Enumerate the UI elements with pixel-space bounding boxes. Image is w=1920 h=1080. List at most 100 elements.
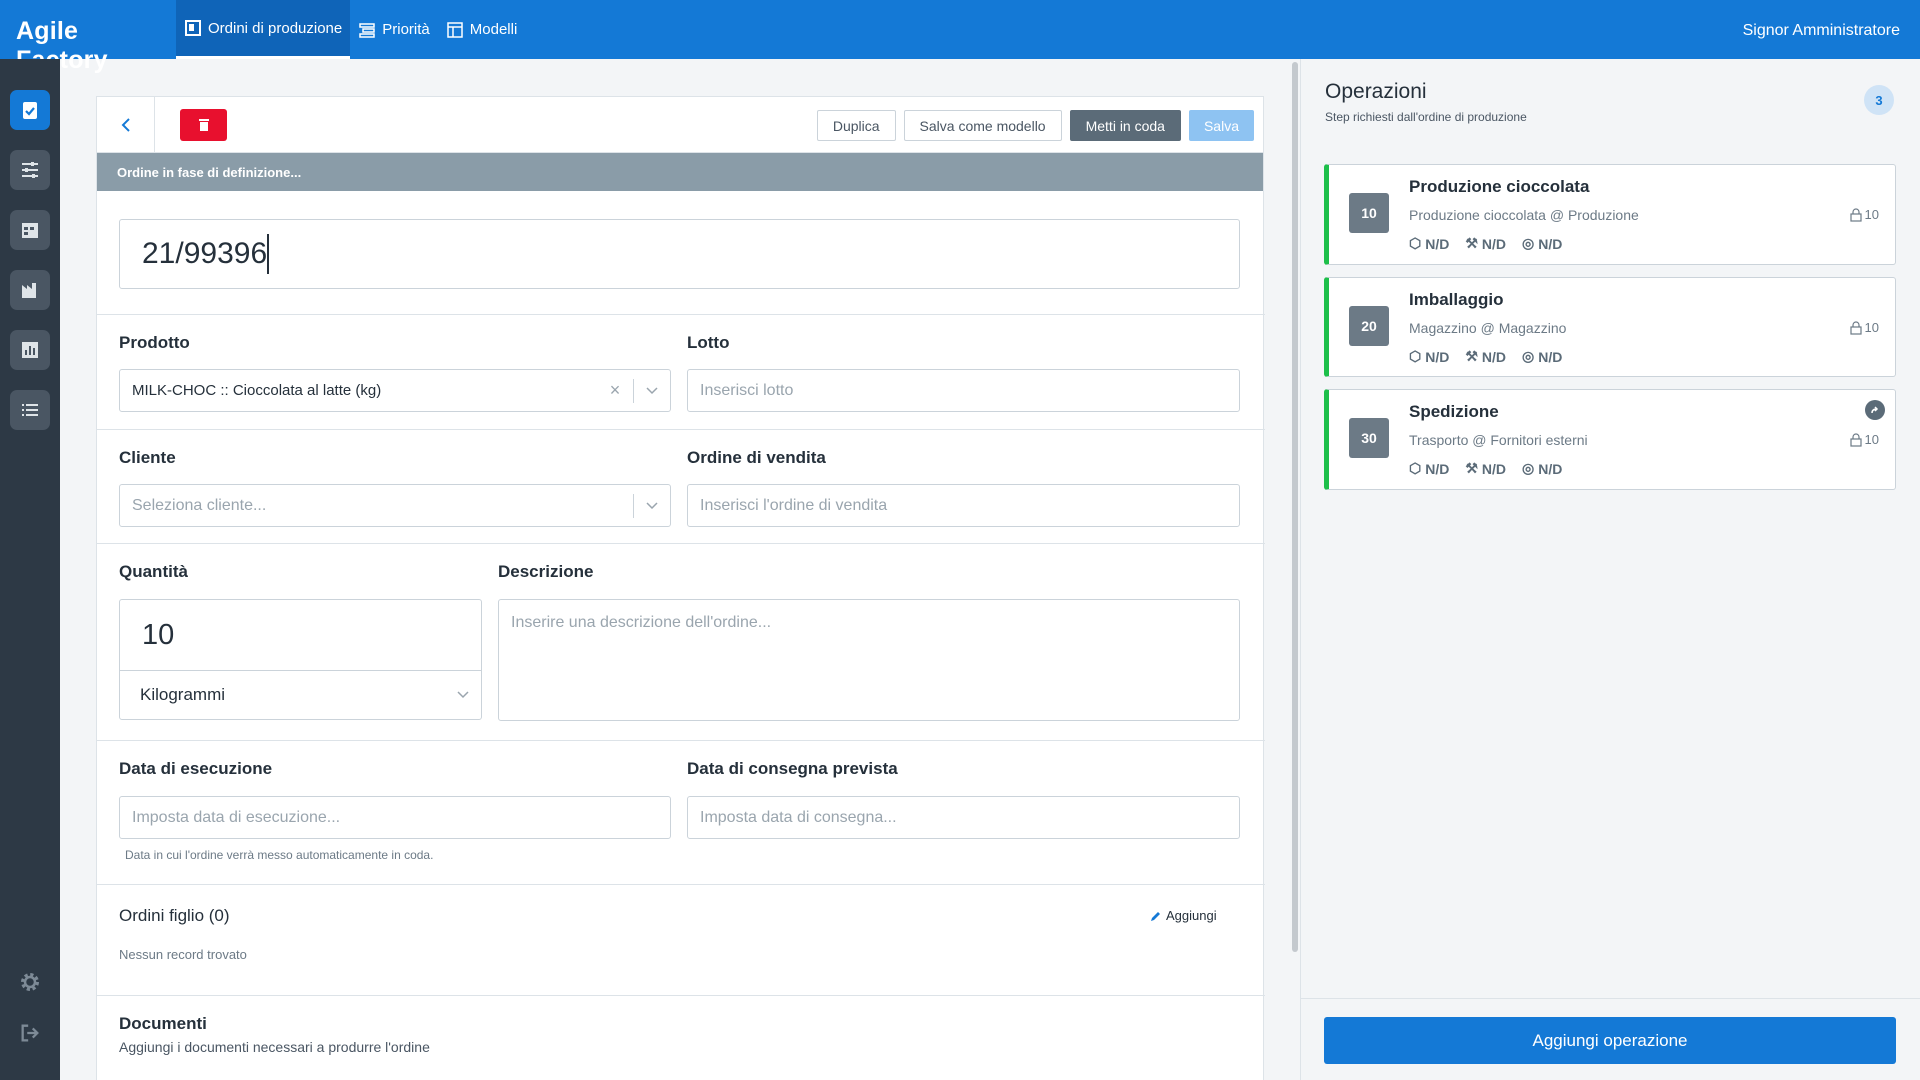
order-code-input[interactable]: 21/99396 bbox=[119, 219, 1240, 289]
chevron-down-icon[interactable] bbox=[634, 501, 670, 510]
quantity-label: Quantità bbox=[119, 562, 188, 581]
customer-placeholder: Seleziona cliente... bbox=[132, 496, 267, 514]
orders-icon bbox=[185, 20, 201, 36]
meta-value: N/D bbox=[1481, 235, 1507, 252]
child-orders-title: Ordini figlio (0) bbox=[119, 906, 230, 925]
operation-card[interactable]: 30 Spedizione Trasporto @ Fornitori este… bbox=[1324, 389, 1896, 490]
calendar-icon bbox=[22, 223, 38, 238]
main-scrollbar[interactable] bbox=[1292, 62, 1298, 952]
lock-icon bbox=[1849, 320, 1862, 335]
save-button[interactable]: Salva bbox=[1188, 110, 1254, 141]
settings-button[interactable] bbox=[15, 967, 45, 997]
app-title[interactable]: Agile Factory bbox=[0, 0, 176, 74]
sidebar-item-production[interactable] bbox=[10, 270, 50, 310]
description-textarea[interactable]: Inserire una descrizione dell'ordine... bbox=[498, 599, 1240, 721]
text-cursor bbox=[267, 234, 270, 274]
clipboard-check-icon bbox=[23, 102, 37, 119]
sales-order-input[interactable]: Inserisci l'ordine di vendita bbox=[687, 484, 1240, 527]
operation-quantity: 10 bbox=[1849, 432, 1879, 447]
sidebar bbox=[0, 59, 60, 1080]
delivery-date-input[interactable]: Imposta data di consegna... bbox=[687, 796, 1240, 839]
unit-value: Kilogrammi bbox=[140, 685, 226, 704]
product-select-controls: × bbox=[597, 370, 670, 411]
chevron-down-icon[interactable] bbox=[445, 691, 481, 699]
operation-quantity: 10 bbox=[1849, 207, 1879, 222]
save-as-template-button[interactable]: Salva come modello bbox=[903, 110, 1062, 141]
priority-icon bbox=[359, 22, 375, 38]
operation-location: Produzione cioccolata @ Produzione bbox=[1409, 207, 1639, 223]
operation-card[interactable]: 20 Imballaggio Magazzino @ Magazzino 10 … bbox=[1324, 277, 1896, 377]
back-button[interactable] bbox=[97, 96, 155, 153]
nav-priority[interactable]: Priorità bbox=[350, 0, 438, 59]
add-child-order-link[interactable]: Aggiungi bbox=[1150, 908, 1217, 923]
sidebar-item-list[interactable] bbox=[10, 390, 50, 430]
customer-label: Cliente bbox=[119, 448, 176, 467]
delivery-date-label: Data di consegna prevista bbox=[687, 759, 898, 778]
top-bar: Agile Factory Ordini di produzione Prior… bbox=[0, 0, 1920, 74]
unit-select[interactable]: Kilogrammi bbox=[119, 670, 482, 720]
models-icon bbox=[447, 21, 463, 38]
quantity-input[interactable]: 10 bbox=[119, 599, 482, 671]
nav-orders[interactable]: Ordini di produzione bbox=[176, 0, 351, 59]
sidebar-item-reports[interactable] bbox=[10, 330, 50, 370]
operation-name: Spedizione bbox=[1409, 402, 1499, 421]
operation-card[interactable]: 10 Produzione cioccolata Produzione cioc… bbox=[1324, 164, 1896, 265]
divider bbox=[1300, 998, 1920, 999]
bar-chart-icon bbox=[22, 342, 38, 358]
add-child-order-label: Aggiungi bbox=[1166, 908, 1217, 923]
nav-models[interactable]: Modelli bbox=[438, 0, 526, 59]
divider bbox=[97, 740, 1265, 741]
divider bbox=[97, 314, 1265, 315]
list-icon bbox=[22, 404, 38, 416]
lot-input[interactable]: Inserisci lotto bbox=[687, 369, 1240, 412]
fingerprint-icon: ◎ bbox=[1522, 235, 1535, 251]
operation-name: Produzione cioccolata bbox=[1409, 177, 1590, 196]
operations-title: Operazioni bbox=[1325, 80, 1427, 103]
add-operation-button[interactable]: Aggiungi operazione bbox=[1324, 1017, 1896, 1064]
nav-priority-label: Priorità bbox=[382, 21, 430, 38]
factory-icon bbox=[22, 283, 36, 298]
meta-value: N/D bbox=[1425, 460, 1450, 477]
queue-button[interactable]: Metti in coda bbox=[1069, 110, 1181, 141]
toolbar-actions: Duplica Salva come modello Metti in coda… bbox=[816, 110, 1254, 141]
fingerprint-icon: ◎ bbox=[1522, 348, 1535, 364]
description-label: Descrizione bbox=[498, 562, 594, 581]
operation-number: 10 bbox=[1349, 193, 1389, 233]
share-icon[interactable] bbox=[1865, 400, 1885, 420]
box-icon: ⬡ bbox=[1409, 460, 1422, 476]
product-select[interactable]: MILK-CHOC :: Cioccolata al latte (kg) × bbox=[119, 369, 671, 412]
user-menu[interactable]: Signor Amministratore bbox=[1743, 0, 1920, 59]
sliders-icon bbox=[22, 162, 38, 178]
pencil-icon bbox=[1151, 911, 1160, 921]
meta-value: N/D bbox=[1425, 235, 1450, 252]
order-code-value: 21/99396 bbox=[142, 237, 268, 270]
duplicate-button[interactable]: Duplica bbox=[816, 110, 896, 141]
unit-select-controls bbox=[445, 671, 481, 719]
chevron-down-icon[interactable] bbox=[634, 386, 670, 395]
nav-orders-label: Ordini di produzione bbox=[208, 19, 343, 37]
operation-qty-value: 10 bbox=[1864, 207, 1879, 222]
sidebar-item-orders[interactable] bbox=[10, 90, 50, 130]
meta-value: N/D bbox=[1538, 460, 1563, 477]
operation-qty-value: 10 bbox=[1864, 432, 1879, 447]
divider bbox=[97, 429, 1265, 430]
operation-number: 30 bbox=[1349, 418, 1389, 458]
logout-icon bbox=[21, 1024, 39, 1042]
customer-select[interactable]: Seleziona cliente... bbox=[119, 484, 671, 527]
exec-date-input[interactable]: Imposta data di esecuzione... bbox=[119, 796, 671, 839]
meta-value: N/D bbox=[1481, 460, 1507, 477]
forklift-icon: ⚒ bbox=[1465, 460, 1478, 476]
sidebar-item-planning[interactable] bbox=[10, 150, 50, 190]
logout-button[interactable] bbox=[15, 1018, 45, 1048]
meta-value: N/D bbox=[1538, 235, 1563, 252]
sidebar-item-calendar[interactable] bbox=[10, 210, 50, 250]
clear-icon[interactable]: × bbox=[597, 380, 633, 401]
nav-models-label: Modelli bbox=[469, 21, 518, 38]
operation-number: 20 bbox=[1349, 306, 1389, 346]
documents-subtitle: Aggiungi i documenti necessari a produrr… bbox=[119, 1039, 430, 1055]
product-label: Prodotto bbox=[119, 333, 190, 352]
operation-meta: ⬡ N/D ⚒ N/D ◎ N/D bbox=[1409, 460, 1562, 477]
operations-count-badge: 3 bbox=[1864, 85, 1894, 115]
delete-button[interactable] bbox=[180, 108, 227, 141]
operation-meta: ⬡ N/D ⚒ N/D ◎ N/D bbox=[1409, 348, 1562, 365]
